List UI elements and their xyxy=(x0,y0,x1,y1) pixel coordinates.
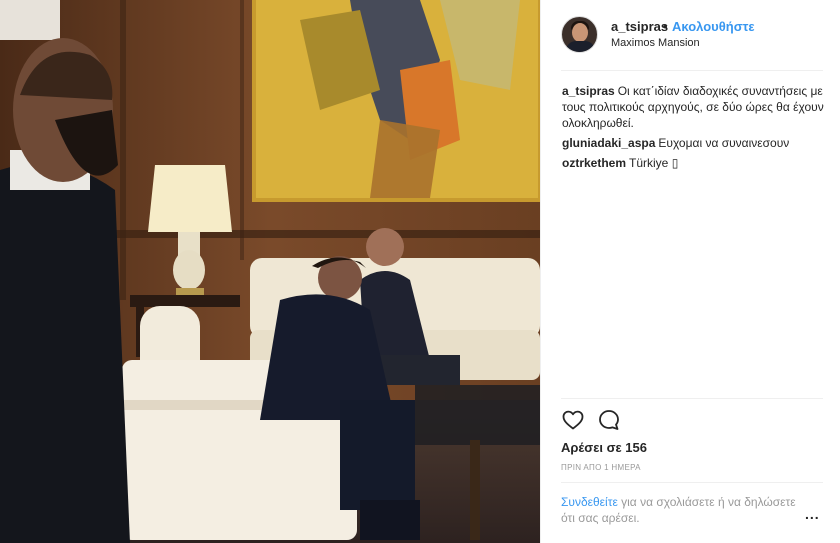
action-bar xyxy=(561,408,681,434)
heart-icon-glyph xyxy=(562,410,584,430)
divider xyxy=(561,70,823,71)
post-timestamp[interactable]: ΠΡΙΝ ΑΠΟ 1 ΗΜΕΡΑ xyxy=(561,463,641,472)
follow-button[interactable]: Ακολουθήστε xyxy=(672,19,755,34)
separator-dot: • xyxy=(663,19,668,34)
avatar[interactable] xyxy=(561,16,598,53)
username-link[interactable]: a_tsipras xyxy=(611,19,668,34)
comments-list: a_tsipras Οι κατ΄ιδίαν διαδοχικές συναντή… xyxy=(562,83,824,175)
location-link[interactable]: Maximos Mansion xyxy=(611,37,700,49)
avatar-suit xyxy=(566,41,595,52)
comment-username[interactable]: gluniadaki_aspa xyxy=(562,136,655,150)
comment-username[interactable]: a_tsipras xyxy=(562,84,615,98)
avatar-face xyxy=(572,23,588,42)
post-header: a_tsipras • Ακολουθήστε Maximos Mansion xyxy=(541,0,840,72)
comment-item: gluniadaki_aspa Ευχομαι να συναινεσουν xyxy=(562,135,824,151)
comment-item: oztrkethem Türkiye ▯ xyxy=(562,155,824,171)
divider xyxy=(561,398,823,399)
comment-icon[interactable] xyxy=(597,408,621,432)
likes-count[interactable]: Αρέσει σε 156 xyxy=(561,440,647,455)
post-sidebar: a_tsipras • Ακολουθήστε Maximos Mansion … xyxy=(540,0,840,543)
login-link[interactable]: Συνδεθείτε xyxy=(561,495,618,509)
comment-text: Türkiye ▯ xyxy=(629,156,679,170)
more-options-button[interactable]: ... xyxy=(805,506,820,522)
heart-icon[interactable] xyxy=(561,408,585,432)
post-photo xyxy=(0,0,540,543)
comment-item: a_tsipras Οι κατ΄ιδίαν διαδοχικές συναντή… xyxy=(562,83,824,131)
divider xyxy=(561,482,823,483)
comment-text: Ευχομαι να συναινεσουν xyxy=(658,136,790,150)
comment-username[interactable]: oztrkethem xyxy=(562,156,626,170)
login-prompt: Συνδεθείτε για να σχολιάσετε ή να δηλώσε… xyxy=(561,494,801,526)
photo-scene xyxy=(0,0,540,543)
comment-icon-glyph xyxy=(599,410,619,430)
